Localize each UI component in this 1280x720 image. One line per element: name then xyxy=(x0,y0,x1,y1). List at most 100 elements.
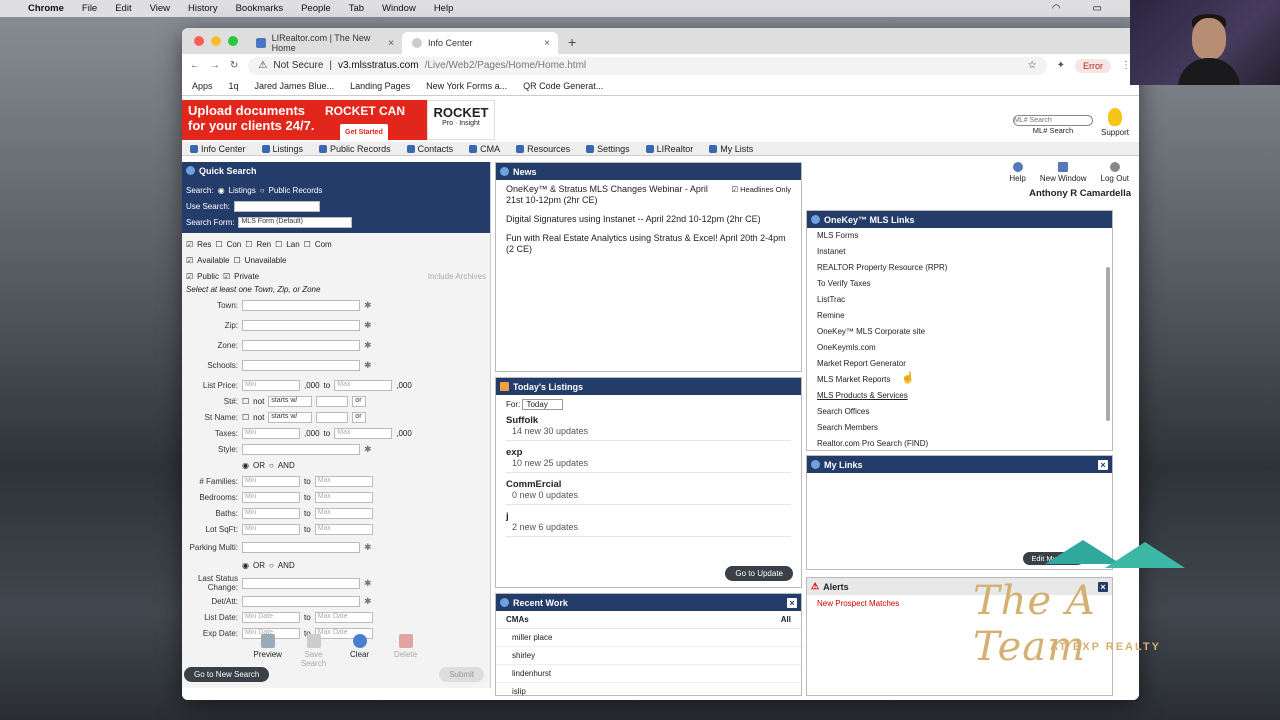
link-item[interactable]: MLS Forms xyxy=(807,228,1112,244)
check-unavailable[interactable]: ☐ xyxy=(234,256,241,265)
go-new-search-button[interactable]: Go to New Search xyxy=(184,667,270,682)
listing-group-name[interactable]: Suffolk xyxy=(506,415,791,426)
price-min-input[interactable]: Min xyxy=(242,379,300,391)
link-item[interactable]: Search Members xyxy=(807,420,1112,436)
listing-group-stats[interactable]: 10 new 25 updates xyxy=(506,458,791,473)
check-con[interactable]: ☐ xyxy=(215,240,222,249)
lookup-icon[interactable]: ✱ xyxy=(364,320,372,331)
tab-info-center[interactable]: Info Center × xyxy=(402,32,558,54)
radio-and[interactable]: ○ xyxy=(269,461,274,470)
link-item[interactable]: Remine xyxy=(807,308,1112,324)
radio-or[interactable]: ◉ xyxy=(242,561,249,570)
nav-cma[interactable]: CMA xyxy=(469,144,500,154)
det-att-input[interactable] xyxy=(242,595,360,607)
star-icon[interactable]: ☆ xyxy=(1028,60,1037,71)
stnum-op-select[interactable]: starts w/ xyxy=(268,395,313,407)
link-item[interactable]: MLS Market Reports xyxy=(807,372,1112,388)
back-icon[interactable]: ← xyxy=(190,60,200,71)
link-item[interactable]: REALTOR Property Resource (RPR) xyxy=(807,260,1112,276)
bookmark-apps[interactable]: Apps xyxy=(192,81,213,91)
bedrooms-max-input[interactable]: Max xyxy=(314,491,373,503)
nav-lirealtor[interactable]: LIRealtor xyxy=(645,144,693,154)
or-button[interactable]: or xyxy=(352,411,367,423)
close-tab-icon[interactable]: × xyxy=(388,38,394,49)
link-item[interactable]: Realtor.com Pro Search (FIND) xyxy=(807,436,1112,452)
menu-edit[interactable]: Edit xyxy=(115,3,131,14)
radio-listings[interactable]: ◉ xyxy=(218,186,225,195)
close-panel-icon[interactable]: × xyxy=(787,597,797,608)
extensions-icon[interactable]: ✦ xyxy=(1057,60,1065,71)
not-checkbox[interactable]: ☐ xyxy=(242,413,249,422)
nav-public-records[interactable]: Public Records xyxy=(319,144,391,154)
all-link[interactable]: All xyxy=(781,615,791,624)
delete-button[interactable]: Delete xyxy=(392,634,420,664)
radio-or[interactable]: ◉ xyxy=(242,461,249,470)
headlines-only-toggle[interactable]: ☑ Headlines Only xyxy=(731,184,791,214)
zoom-window-button[interactable] xyxy=(228,36,238,46)
news-item[interactable]: Digital Signatures using Instanet -- Apr… xyxy=(506,214,791,225)
bookmark-landing[interactable]: Landing Pages xyxy=(350,81,410,91)
radio-public-records[interactable]: ○ xyxy=(260,186,265,195)
families-max-input[interactable]: Max xyxy=(314,475,373,487)
not-checkbox[interactable]: ☐ xyxy=(242,397,249,406)
link-item[interactable]: Market Report Generator xyxy=(807,356,1112,372)
news-item[interactable]: OneKey™ & Stratus MLS Changes Webinar - … xyxy=(506,184,725,206)
link-item[interactable]: To Verify Taxes xyxy=(807,276,1112,292)
baths-min-input[interactable]: Min xyxy=(242,507,300,519)
lookup-icon[interactable]: ✱ xyxy=(364,360,372,371)
save-search-button[interactable]: Save Search xyxy=(300,634,328,668)
nav-contacts[interactable]: Contacts xyxy=(406,144,453,154)
close-window-button[interactable] xyxy=(194,36,204,46)
recent-item[interactable]: lindenhurst xyxy=(496,665,801,683)
families-min-input[interactable]: Min xyxy=(242,475,300,487)
link-item[interactable]: OneKey™ MLS Corporate site xyxy=(807,324,1112,340)
support-link[interactable]: Support xyxy=(1101,108,1129,137)
zip-input[interactable] xyxy=(242,319,360,331)
menu-view[interactable]: View xyxy=(150,3,170,14)
wifi-icon[interactable]: ◠ xyxy=(1052,3,1061,14)
zone-input[interactable] xyxy=(242,339,360,351)
menu-help[interactable]: Help xyxy=(434,3,454,14)
link-item[interactable]: OneKeymls.com xyxy=(807,340,1112,356)
link-item[interactable]: Instanet xyxy=(807,244,1112,260)
check-private[interactable]: ☑ xyxy=(223,272,230,281)
bookmark-qr[interactable]: QR Code Generat... xyxy=(523,81,603,91)
nav-listings[interactable]: Listings xyxy=(261,144,303,154)
listing-group-name[interactable]: CommErcial xyxy=(506,479,791,490)
new-tab-icon[interactable]: + xyxy=(568,34,576,50)
listing-group-stats[interactable]: 14 new 30 updates xyxy=(506,426,791,441)
lot-min-input[interactable]: Min xyxy=(242,523,300,535)
go-to-update-button[interactable]: Go to Update xyxy=(725,566,793,581)
close-tab-icon[interactable]: × xyxy=(544,38,550,49)
bookmark-1q[interactable]: 1q xyxy=(229,81,239,91)
help-button[interactable]: Help xyxy=(1009,162,1026,183)
bookmark-jared[interactable]: Jared James Blue... xyxy=(255,81,335,91)
reload-icon[interactable]: ↻ xyxy=(230,60,238,71)
list-date-min[interactable]: Min Date xyxy=(242,611,300,623)
link-item[interactable]: Search Offices xyxy=(807,404,1112,420)
schools-input[interactable] xyxy=(242,359,360,371)
include-archives[interactable]: Include Archives xyxy=(428,272,486,281)
lookup-icon[interactable]: ✱ xyxy=(364,578,372,589)
battery-icon[interactable]: ▭ xyxy=(1093,3,1102,14)
listing-group-stats[interactable]: 0 new 0 updates xyxy=(506,490,791,505)
check-lan[interactable]: ☐ xyxy=(275,240,282,249)
listing-group-name[interactable]: exp xyxy=(506,447,791,458)
menu-people[interactable]: People xyxy=(301,3,331,14)
lookup-icon[interactable]: ✱ xyxy=(364,596,372,607)
style-input[interactable] xyxy=(242,443,360,455)
submit-button[interactable]: Submit xyxy=(439,667,484,682)
forward-icon[interactable]: → xyxy=(210,60,220,71)
app-menu[interactable]: Chrome xyxy=(28,3,64,14)
check-com[interactable]: ☐ xyxy=(304,240,311,249)
parking-input[interactable] xyxy=(242,541,360,553)
lookup-icon[interactable]: ✱ xyxy=(364,444,372,455)
check-ren[interactable]: ☐ xyxy=(245,240,252,249)
recent-item[interactable]: shirley xyxy=(496,647,801,665)
radio-and[interactable]: ○ xyxy=(269,561,274,570)
mls-search-input[interactable] xyxy=(1013,115,1093,126)
taxes-max-input[interactable]: Max xyxy=(334,427,393,439)
bookmark-nyforms[interactable]: New York Forms a... xyxy=(426,81,507,91)
url-field[interactable]: ⚠ Not Secure | v3.mlsstratus.com/Live/We… xyxy=(248,56,1047,75)
bedrooms-min-input[interactable]: Min xyxy=(242,491,300,503)
